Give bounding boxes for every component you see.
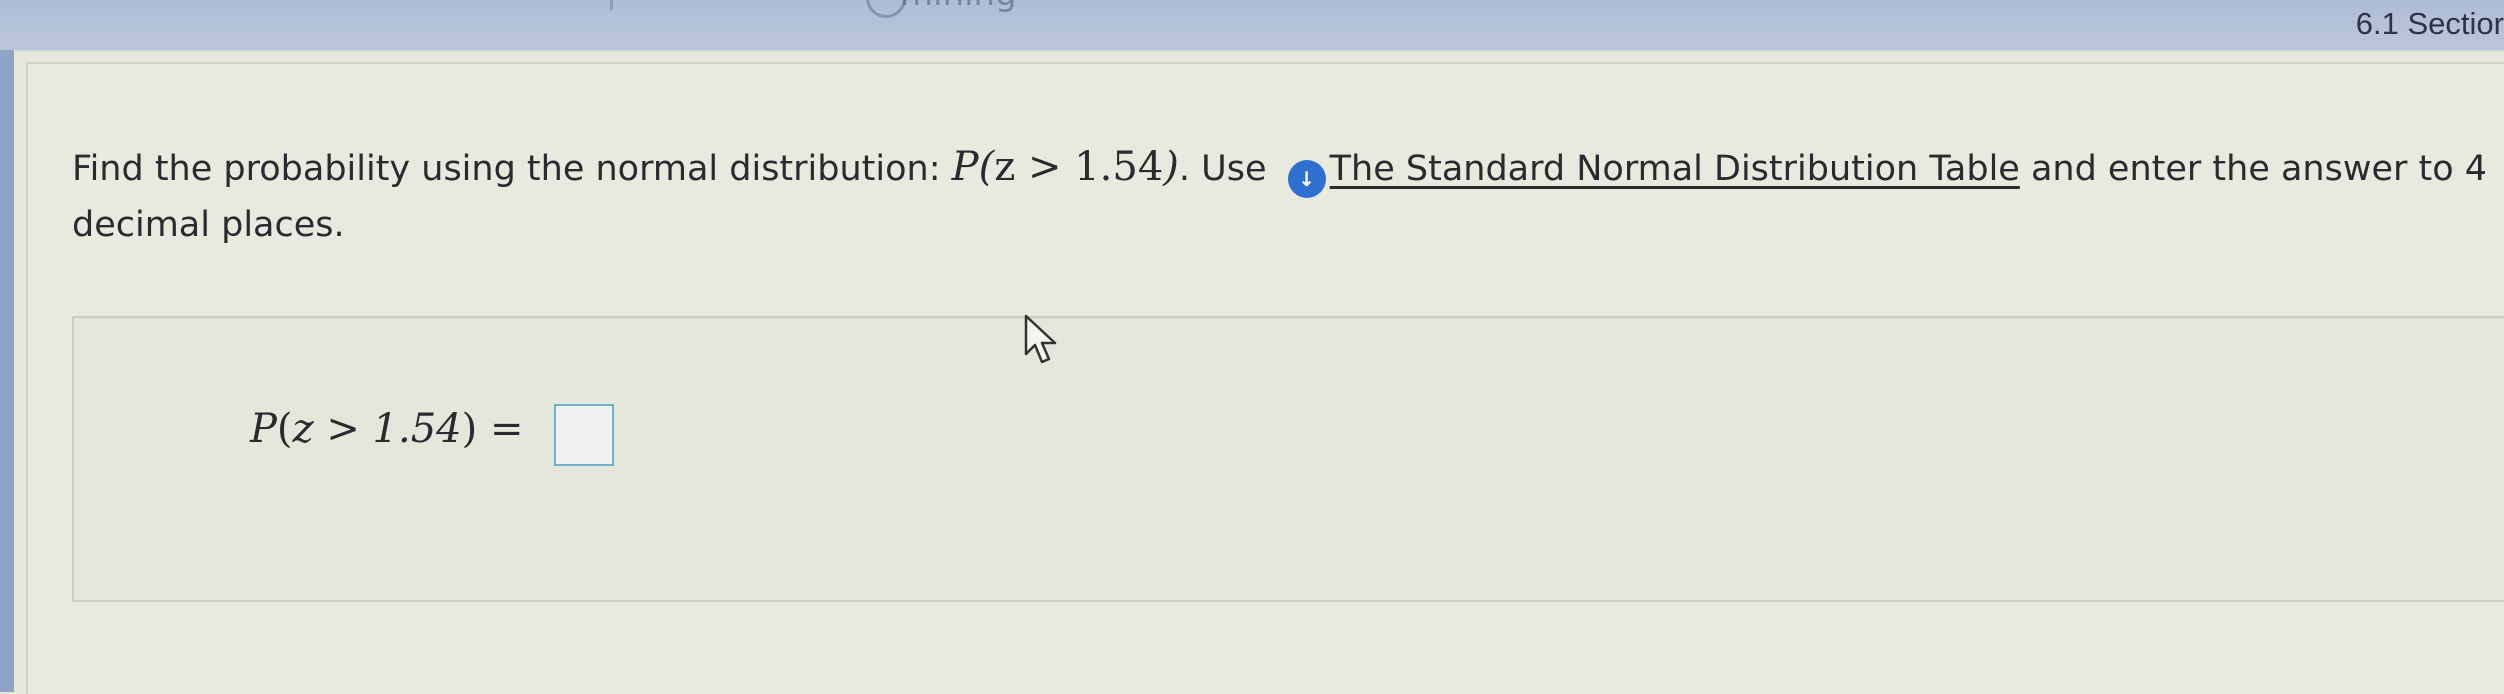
question-math: P(z > 1.54) [951, 144, 1179, 190]
question-text: Find the probability using the normal di… [72, 140, 2492, 252]
left-nav-strip [0, 50, 14, 692]
question-after-math: . Use [1178, 149, 1267, 189]
expr-var: P [250, 406, 277, 452]
top-header-bar: mining 6.1 Sectior [0, 0, 2504, 52]
info-download-icon[interactable]: ↓ [1287, 160, 1326, 198]
header-cut-text: mining [900, 0, 1017, 14]
standard-normal-table-link[interactable]: The Standard Normal Distribution Table [1330, 149, 2020, 189]
math-var: P [951, 144, 979, 190]
mouse-pointer-icon [1024, 314, 1057, 364]
header-divider [610, 0, 613, 10]
section-title: 6.1 Sectior [2355, 6, 2504, 41]
expr-equals: = [489, 406, 524, 452]
expr-inner: z > 1.54 [292, 406, 462, 452]
math-inner: z > 1.54 [994, 144, 1164, 190]
answer-input[interactable] [554, 404, 614, 466]
answer-expression: P(z > 1.54) = [250, 406, 524, 452]
answer-box: P(z > 1.54) = [72, 316, 2504, 602]
question-lead: Find the probability using the normal di… [72, 149, 941, 189]
